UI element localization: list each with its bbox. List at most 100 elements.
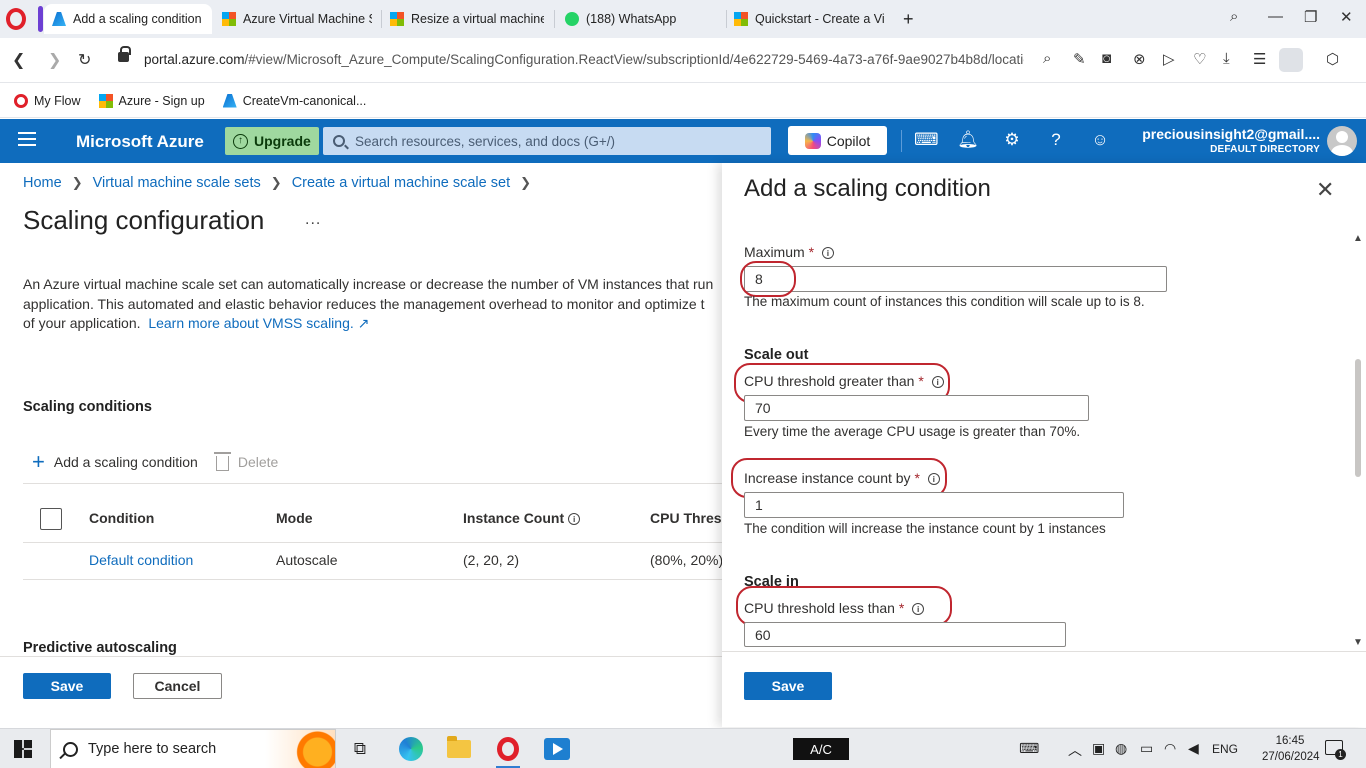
breadcrumb-home[interactable]: Home	[23, 175, 62, 191]
restore-icon[interactable]: ❐	[1304, 8, 1317, 26]
azure-brand[interactable]: Microsoft Azure	[76, 132, 204, 152]
column-header-instance-count[interactable]: Instance Count i	[463, 510, 581, 526]
keyboard-icon[interactable]: ⌨	[1019, 740, 1039, 757]
task-view-button[interactable]: ⧉	[338, 729, 382, 768]
more-options-button[interactable]: ...	[305, 211, 321, 229]
cpu-less-input[interactable]: 60	[744, 622, 1066, 647]
my-flow-icon	[14, 93, 28, 108]
cpu-greater-help: Every time the average CPU usage is grea…	[744, 424, 1081, 439]
edge-app[interactable]	[389, 729, 433, 768]
taskbar-search-input[interactable]: Type here to search	[50, 729, 336, 768]
annotation-ring	[740, 261, 796, 297]
bell-icon[interactable]: 🔔︎	[957, 130, 979, 150]
copilot-label: Copilot	[826, 132, 871, 149]
page-footer: Save Cancel	[0, 656, 722, 727]
box-icon[interactable]: ⬡	[1326, 50, 1339, 68]
select-all-checkbox[interactable]	[40, 508, 62, 530]
account-info[interactable]: preciousinsight2@gmail.... DEFAULT DIREC…	[1120, 126, 1320, 155]
column-header-cpu-threshold[interactable]: CPU Thresh	[650, 510, 722, 526]
opera-icon	[497, 737, 519, 761]
opera-app[interactable]	[486, 729, 530, 768]
scroll-up-icon[interactable]: ▲	[1353, 233, 1363, 244]
search-page-icon[interactable]: ⌕	[1043, 50, 1051, 67]
maximum-input[interactable]: 8	[744, 266, 1167, 292]
upgrade-button[interactable]: ↑ Upgrade	[225, 127, 319, 155]
scroll-down-icon[interactable]: ▼	[1353, 637, 1363, 648]
divider	[23, 483, 722, 484]
search-tabs-icon[interactable]: ⌕	[1230, 8, 1238, 25]
ac-indicator[interactable]: A/C	[793, 738, 849, 760]
column-header-mode[interactable]: Mode	[276, 510, 313, 526]
feedback-icon[interactable]: ☺	[1089, 130, 1111, 150]
tab-add-scaling-condition[interactable]: Add a scaling condition -	[44, 4, 212, 34]
save-button[interactable]: Save	[23, 673, 111, 699]
predictive-autoscaling-heading: Predictive autoscaling	[23, 640, 177, 656]
arrow-up-icon: ↑	[233, 133, 248, 149]
chevron-up-icon[interactable]: ︿	[1068, 740, 1082, 760]
close-icon[interactable]: ✕	[1316, 179, 1334, 201]
media-player-app[interactable]	[535, 729, 579, 768]
cpu-threshold-cell: (80%, 20%)	[650, 552, 722, 568]
profile-icon[interactable]	[1279, 48, 1303, 72]
tab-quickstart[interactable]: Quickstart - Create a Virtu	[726, 4, 892, 34]
gear-icon[interactable]: ⚙	[1001, 130, 1023, 150]
tab-azure-vm-scale-sets[interactable]: Azure Virtual Machine Sca	[214, 4, 380, 34]
tab-resize-vm[interactable]: Resize a virtual machine -	[382, 4, 552, 34]
file-explorer-app[interactable]	[437, 729, 481, 768]
url-field[interactable]: portal.azure.com/#view/Microsoft_Azure_C…	[144, 52, 1024, 67]
command-bar: + Add a scaling condition Delete	[32, 451, 279, 473]
new-tab-button[interactable]: +	[903, 10, 914, 28]
menu-lines-icon[interactable]: ☰	[1253, 50, 1266, 68]
cpu-greater-input[interactable]: 70	[744, 395, 1089, 421]
reload-icon[interactable]: ↻	[78, 50, 91, 70]
copilot-button[interactable]: Copilot	[788, 126, 887, 155]
system-clock[interactable]: 16:45 27/06/2024	[1262, 733, 1320, 765]
info-icon[interactable]: i	[821, 247, 834, 259]
scroll-thumb[interactable]	[1355, 359, 1361, 477]
bookmark-createvm[interactable]: CreateVm-canonical...	[222, 93, 366, 108]
camera-icon[interactable]: ◙	[1102, 50, 1111, 67]
play-icon[interactable]: ▷	[1163, 50, 1175, 68]
windows-start-icon[interactable]	[14, 740, 32, 758]
hamburger-menu-icon[interactable]	[18, 132, 36, 146]
add-scaling-condition-button[interactable]: + Add a scaling condition	[32, 451, 198, 473]
edit-icon[interactable]: ✎	[1073, 50, 1086, 68]
tab-whatsapp[interactable]: (188) WhatsApp	[557, 4, 723, 34]
condition-link[interactable]: Default condition	[89, 552, 193, 568]
scaling-configuration-page: Home ❯ Virtual machine scale sets ❯ Crea…	[0, 163, 722, 727]
download-icon[interactable]: ⤓	[1223, 50, 1230, 67]
increase-input[interactable]: 1	[744, 492, 1124, 518]
minimize-icon[interactable]: —	[1268, 8, 1283, 25]
help-icon[interactable]: ?	[1045, 130, 1067, 150]
intro-line: An Azure virtual machine scale set can a…	[23, 276, 714, 292]
breadcrumb-vmss[interactable]: Virtual machine scale sets	[93, 175, 261, 191]
delete-button[interactable]: Delete	[213, 452, 279, 471]
panel-save-button[interactable]: Save	[744, 672, 832, 700]
panel-scrollbar[interactable]: ▲ ▼	[1351, 233, 1365, 653]
language-indicator[interactable]: ENG	[1212, 742, 1238, 756]
network-globe-icon[interactable]: ◍	[1115, 740, 1127, 757]
learn-more-link[interactable]: Learn more about VMSS scaling. ↗	[148, 315, 369, 331]
cloud-shell-icon[interactable]: ⌨	[914, 130, 939, 150]
tab-title: Add a scaling condition -	[73, 12, 204, 26]
adblock-icon[interactable]: ⊗	[1133, 50, 1146, 68]
back-icon[interactable]: ❮	[12, 50, 25, 70]
azure-search-input[interactable]: Search resources, services, and docs (G+…	[323, 127, 771, 155]
delete-label: Delete	[237, 454, 279, 470]
cancel-button[interactable]: Cancel	[133, 673, 222, 699]
breadcrumb-create-vmss[interactable]: Create a virtual machine scale set	[292, 175, 510, 191]
device-icon[interactable]: ▣	[1092, 740, 1105, 757]
bookmark-azure-sign-up[interactable]: Azure - Sign up	[98, 93, 205, 108]
wifi-icon[interactable]: ◠	[1164, 740, 1176, 757]
heart-icon[interactable]: ♡	[1193, 50, 1206, 68]
search-placeholder: Search resources, services, and docs (G+…	[355, 133, 615, 149]
battery-icon[interactable]: ▭	[1140, 740, 1153, 757]
info-icon[interactable]: i	[568, 513, 581, 525]
forward-icon[interactable]: ❯	[48, 50, 61, 70]
volume-icon[interactable]: ◀	[1188, 740, 1199, 757]
bookmark-my-flow[interactable]: My Flow	[14, 93, 81, 108]
column-header-condition[interactable]: Condition	[89, 510, 154, 526]
close-window-icon[interactable]: ✕	[1340, 8, 1353, 26]
opera-logo-icon[interactable]	[6, 8, 26, 30]
avatar[interactable]	[1327, 126, 1357, 156]
